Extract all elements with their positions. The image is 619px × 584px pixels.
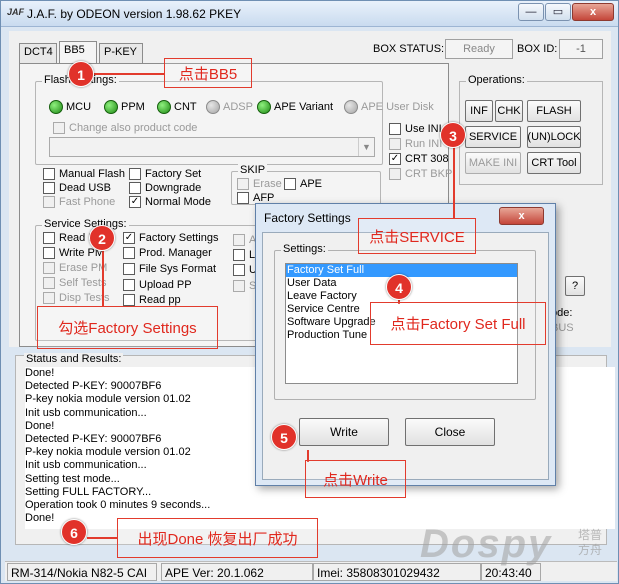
service-settings-label: Service Settings: bbox=[42, 218, 129, 230]
close-icon[interactable]: x bbox=[572, 3, 614, 21]
annotation-1-leader bbox=[92, 73, 164, 75]
read-pp-2-checkbox[interactable]: Read pp bbox=[123, 294, 181, 306]
dialog-settings-label: Settings: bbox=[281, 243, 328, 255]
annotation-5-callout: 点击Write bbox=[305, 460, 406, 498]
dialog-close-icon[interactable]: x bbox=[499, 207, 544, 225]
crt-tool-button[interactable]: CRT Tool bbox=[527, 152, 581, 174]
log-line: Operation took 0 minutes 9 seconds... bbox=[25, 499, 211, 512]
annotation-1-callout: 点击BB5 bbox=[164, 58, 252, 88]
annotation-4-callout: 点击Factory Set Full bbox=[370, 302, 546, 345]
skip-ape-checkbox[interactable]: APE bbox=[284, 178, 322, 190]
inf-button[interactable]: INF bbox=[465, 100, 493, 122]
phone-model: RM-314/Nokia N82-5 CAI bbox=[7, 563, 157, 581]
dialog-close-button[interactable]: Close bbox=[405, 418, 495, 446]
change-product-code-checkbox: Change also product code bbox=[53, 122, 197, 134]
box-status-value: Ready bbox=[445, 39, 513, 59]
annotation-2-callout: 勾选Factory Settings bbox=[37, 306, 218, 349]
led-ape-variant[interactable]: APE Variant bbox=[257, 100, 333, 114]
flash-button[interactable]: FLASH bbox=[527, 100, 581, 122]
unlock-button[interactable]: (UN)LOCK bbox=[527, 126, 581, 148]
led-mcu[interactable]: MCU bbox=[49, 100, 91, 114]
chk-button[interactable]: CHK bbox=[495, 100, 523, 122]
led-off-icon bbox=[206, 100, 220, 114]
use-ini-checkbox[interactable]: Use INI bbox=[389, 123, 442, 135]
make-ini-button: MAKE INI bbox=[465, 152, 521, 174]
dialog-title: Factory Settings bbox=[264, 211, 351, 225]
led-on-icon bbox=[104, 100, 118, 114]
tab-dct4[interactable]: DCT4 bbox=[19, 43, 57, 63]
crt-bkp-checkbox: CRT BKP bbox=[389, 168, 452, 180]
app-icon: JAF bbox=[7, 7, 25, 17]
chevron-down-icon: ▼ bbox=[358, 138, 374, 156]
product-code-combo: ▼ bbox=[49, 137, 375, 157]
led-adsp: ADSP bbox=[206, 100, 253, 114]
manual-flash-checkbox[interactable]: Manual Flash bbox=[43, 168, 125, 180]
led-cnt[interactable]: CNT bbox=[157, 100, 197, 114]
annotation-2-marker: 2 bbox=[89, 225, 115, 251]
annotation-1-marker: 1 bbox=[68, 61, 94, 87]
crt-308-checkbox[interactable]: ✓ CRT 308 bbox=[389, 153, 449, 165]
status-results-label: Status and Results: bbox=[24, 353, 124, 365]
annotation-3-marker: 3 bbox=[440, 122, 466, 148]
annotation-5-marker: 5 bbox=[271, 424, 297, 450]
file-sys-format-checkbox[interactable]: File Sys Format bbox=[123, 263, 216, 275]
downgrade-checkbox[interactable]: Downgrade bbox=[129, 182, 201, 194]
led-on-icon bbox=[49, 100, 63, 114]
box-status-label: BOX STATUS: bbox=[373, 43, 445, 55]
window-title: J.A.F. by ODEON version 1.98.62 PKEY bbox=[27, 7, 242, 21]
annotation-6-marker: 6 bbox=[61, 519, 87, 545]
led-ape-user-disk: APE User Disk bbox=[344, 100, 434, 114]
watermark-logo: Dospy bbox=[420, 522, 553, 566]
box-id-label: BOX ID: bbox=[517, 43, 558, 55]
annotation-6-callout: 出现Done 恢复出厂成功 bbox=[117, 518, 318, 558]
led-on-icon bbox=[257, 100, 271, 114]
minimize-icon[interactable]: — bbox=[518, 3, 544, 21]
ape-version: APE Ver: 20.1.062 bbox=[161, 563, 313, 581]
annotation-3-callout: 点击SERVICE bbox=[358, 218, 476, 254]
maximize-icon[interactable]: ▭ bbox=[545, 3, 571, 21]
erase-pm-checkbox: Erase PM bbox=[43, 262, 107, 274]
skip-label: SKIP bbox=[238, 164, 268, 176]
dead-usb-checkbox[interactable]: Dead USB bbox=[43, 182, 111, 194]
skip-erase-checkbox: Erase bbox=[237, 178, 282, 190]
watermark-side-text: 塔普 方舟 bbox=[578, 528, 603, 557]
box-id-value: -1 bbox=[559, 39, 603, 59]
normal-mode-checkbox[interactable]: ✓ Normal Mode bbox=[129, 196, 211, 208]
led-ppm[interactable]: PPM bbox=[104, 100, 145, 114]
title-bar: JAF J.A.F. by ODEON version 1.98.62 PKEY… bbox=[1, 1, 618, 27]
annotation-6-leader bbox=[87, 537, 117, 539]
fast-phone-checkbox: Fast Phone bbox=[43, 196, 115, 208]
write-button[interactable]: Write bbox=[299, 418, 389, 446]
prod-manager-checkbox[interactable]: Prod. Manager bbox=[123, 247, 212, 259]
factory-settings-checkbox[interactable]: ✓ Factory Settings bbox=[123, 232, 218, 244]
annotation-2-leader bbox=[102, 246, 104, 306]
annotation-3-leader bbox=[453, 140, 455, 218]
help-button[interactable]: ? bbox=[565, 276, 585, 296]
service-button[interactable]: SERVICE bbox=[465, 126, 521, 148]
led-on-icon bbox=[157, 100, 171, 114]
tab-pkey[interactable]: P-KEY bbox=[99, 43, 143, 63]
self-tests-checkbox: Self Tests bbox=[43, 277, 107, 289]
run-ini-checkbox: Run INI bbox=[389, 138, 442, 150]
upload-pp-checkbox[interactable]: Upload PP bbox=[123, 279, 192, 291]
annotation-4-marker: 4 bbox=[386, 274, 412, 300]
disp-tests-checkbox: Disp Tests bbox=[43, 292, 110, 304]
led-off-icon bbox=[344, 100, 358, 114]
factory-set-checkbox[interactable]: Factory Set bbox=[129, 168, 201, 180]
operations-label: Operations: bbox=[466, 74, 527, 86]
